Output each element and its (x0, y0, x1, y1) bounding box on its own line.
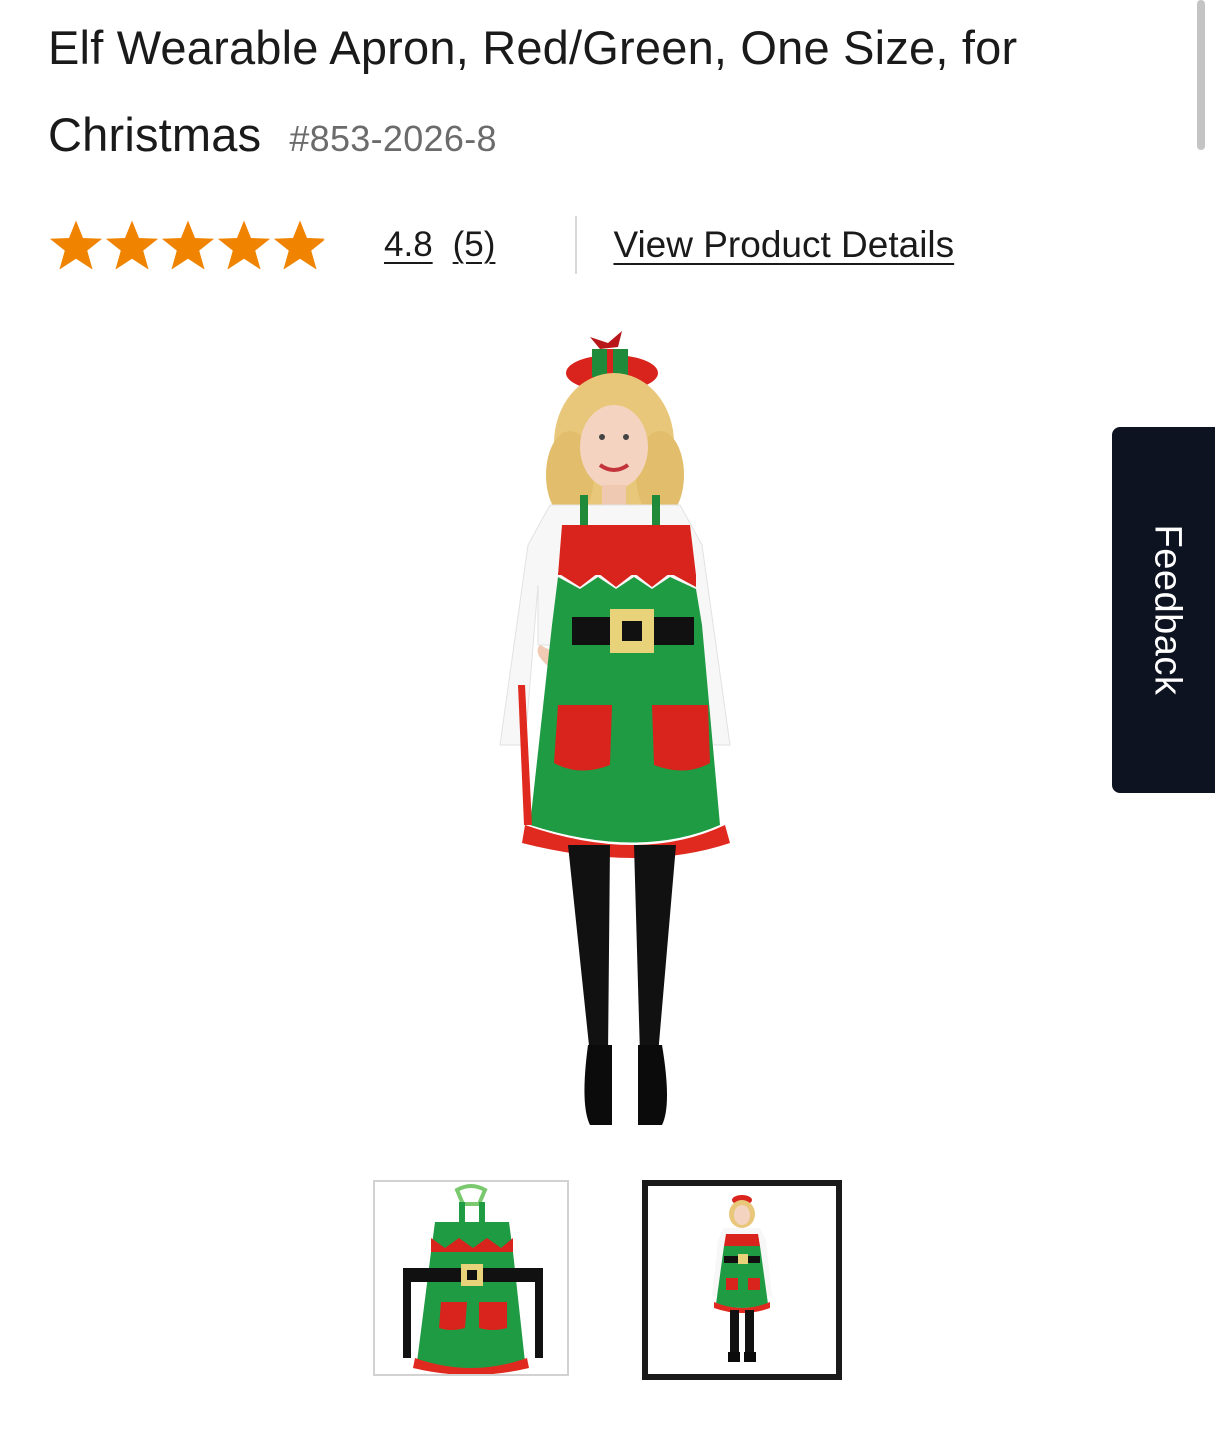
star-icon (272, 219, 328, 271)
thumbnail-model-selected[interactable] (642, 1180, 842, 1380)
rating-value-link[interactable]: 4.8 (384, 225, 433, 265)
product-title-line2: Christmas (48, 108, 262, 161)
product-title-line1: Elf Wearable Apron, Red/Green, One Size,… (48, 21, 1018, 74)
star-icon (216, 219, 272, 271)
rating-row: 4.8 (5) View Product Details (48, 214, 954, 276)
review-count-link[interactable]: (5) (453, 225, 496, 265)
product-page: Elf Wearable Apron, Red/Green, One Size,… (0, 0, 1215, 1440)
star-icon (160, 219, 216, 271)
view-product-details-link[interactable]: View Product Details (613, 224, 954, 266)
feedback-label: Feedback (1146, 524, 1189, 696)
main-product-image[interactable] (440, 325, 780, 1155)
divider (575, 216, 578, 274)
feedback-tab[interactable]: Feedback (1112, 427, 1215, 793)
star-rating[interactable] (48, 219, 328, 271)
star-icon (104, 219, 160, 271)
star-icon (48, 219, 104, 271)
product-title: Elf Wearable Apron, Red/Green, One Size,… (48, 14, 1158, 192)
thumbnail-apron-flat[interactable] (373, 1180, 569, 1376)
product-sku: #853-2026-8 (289, 118, 497, 159)
product-title-block: Elf Wearable Apron, Red/Green, One Size,… (48, 14, 1158, 192)
scrollbar[interactable] (1197, 0, 1205, 150)
